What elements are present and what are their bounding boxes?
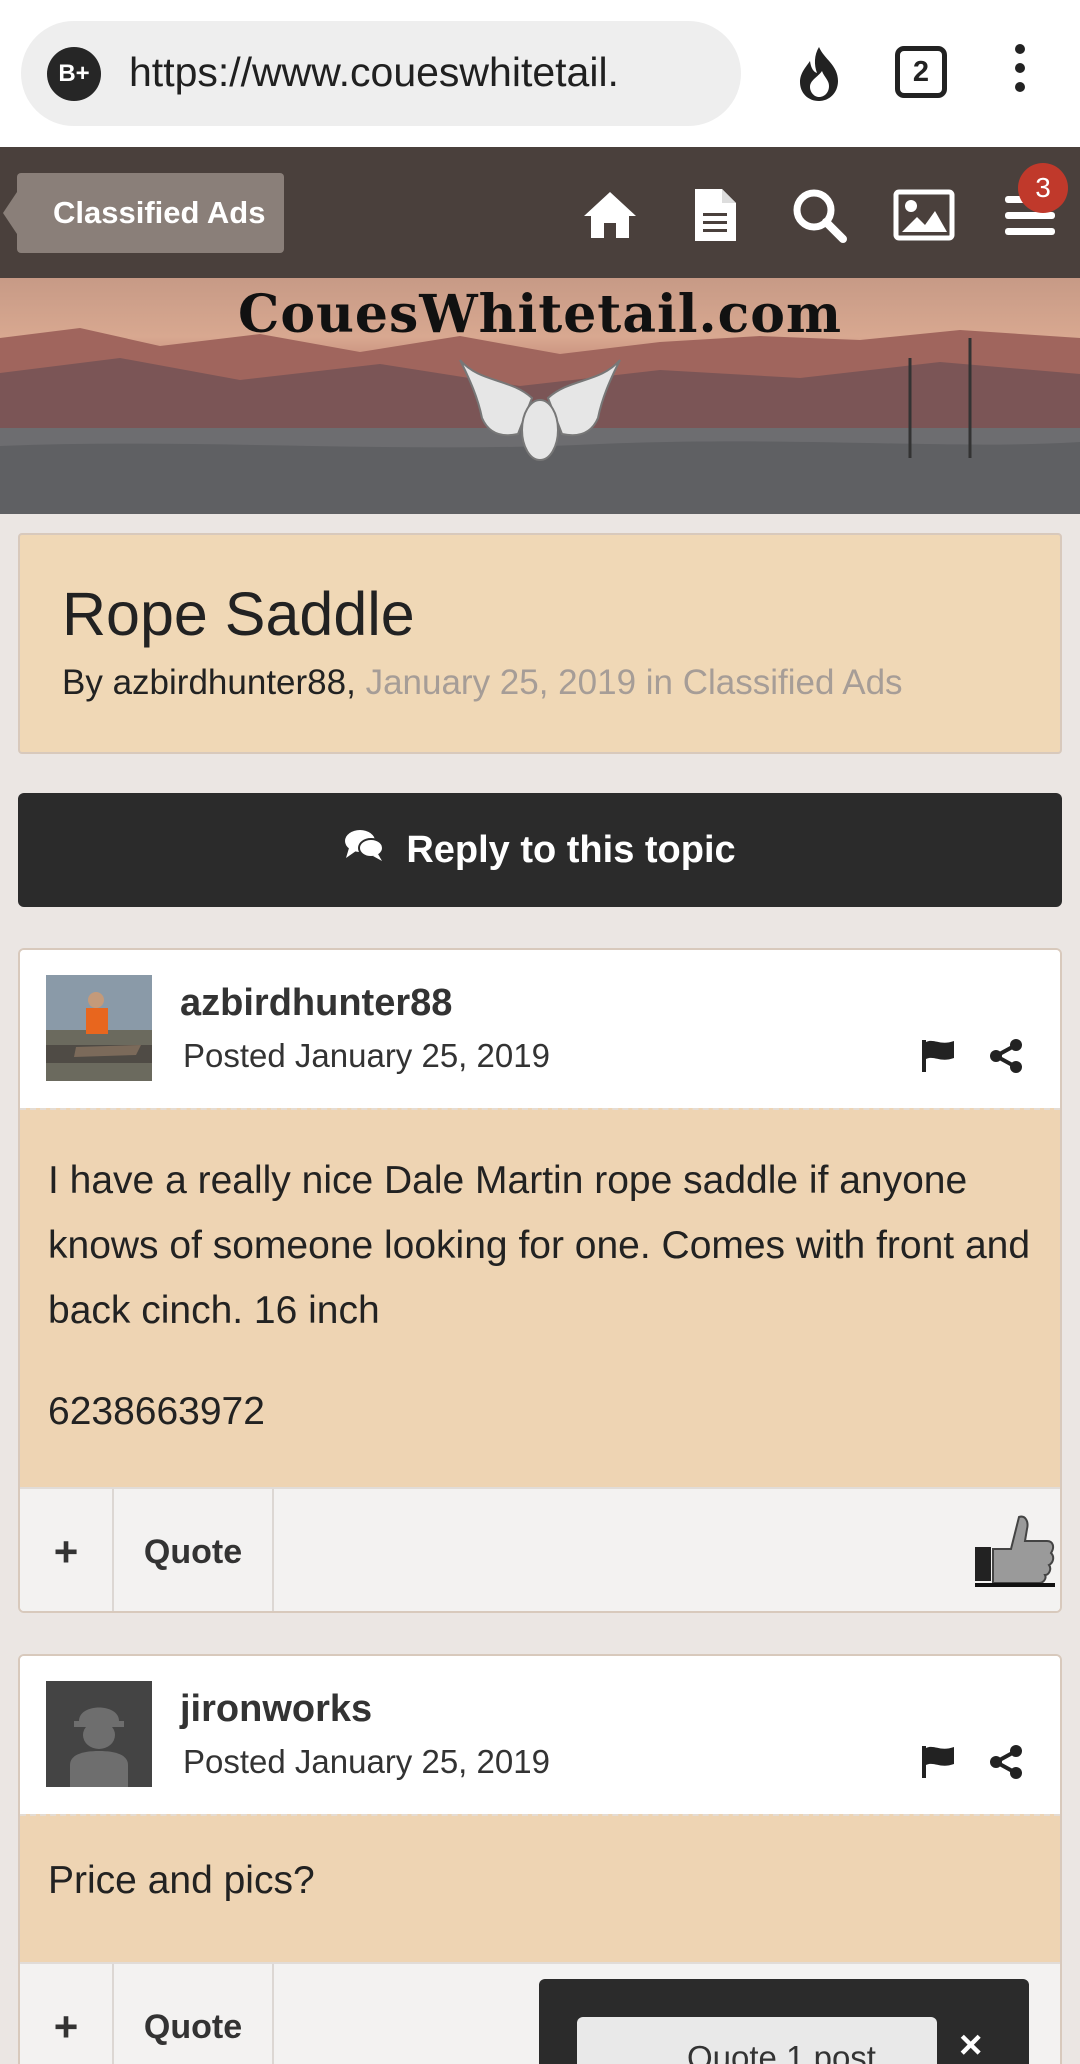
site-header: Classified Ads	[0, 147, 1080, 278]
multiquote-popup: Quote 1 post ×	[539, 1979, 1029, 2064]
post-header: azbirdhunter88 Posted January 25, 2019	[20, 950, 1060, 1108]
share-icon[interactable]	[988, 1038, 1028, 1078]
post-paragraph: Price and pics?	[48, 1859, 315, 1902]
post-author[interactable]: azbirdhunter88	[180, 982, 452, 1025]
reply-label: Reply to this topic	[406, 828, 736, 871]
topic-author-link[interactable]: azbirdhunter88,	[113, 663, 356, 702]
post-actions: + Quote	[20, 1487, 1060, 1611]
post-paragraph: I have a really nice Dale Martin rope sa…	[48, 1159, 1031, 1332]
address-bar[interactable]: B+ https://www.coueswhitetail.	[21, 21, 741, 126]
home-icon[interactable]	[578, 187, 642, 243]
reply-to-topic-button[interactable]: Reply to this topic	[18, 793, 1062, 907]
quote-button[interactable]: Quote	[114, 1489, 274, 1611]
multiquote-button[interactable]: +	[20, 1964, 114, 2064]
topic-date-category[interactable]: January 25, 2019 in Classified Ads	[366, 663, 903, 702]
tab-switcher-button[interactable]: 2	[895, 46, 947, 98]
post-paragraph: 6238663972	[48, 1390, 265, 1433]
quote-button[interactable]: Quote	[114, 1964, 274, 2064]
post-content: Price and pics?	[20, 1814, 1060, 1964]
site-logo-text: CouesWhitetail.com	[238, 284, 842, 345]
like-thumb-icon[interactable]	[975, 1511, 1055, 1587]
comments-icon	[344, 828, 385, 872]
document-icon[interactable]	[683, 187, 747, 243]
topic-header: Rope Saddle By azbirdhunter88, January 2…	[18, 533, 1062, 754]
avatar[interactable]	[46, 975, 152, 1081]
post-date[interactable]: Posted January 25, 2019	[183, 1037, 550, 1075]
site-banner[interactable]: CouesWhitetail.com	[0, 278, 1080, 514]
search-icon[interactable]	[787, 187, 851, 243]
post-date[interactable]: Posted January 25, 2019	[183, 1743, 550, 1781]
avatar[interactable]	[46, 1681, 152, 1787]
browser-menu-icon[interactable]	[1000, 44, 1040, 100]
breadcrumb-label: Classified Ads	[53, 195, 266, 230]
back-arrow-icon	[3, 189, 19, 237]
browser-toolbar: B+ https://www.coueswhitetail. 2	[0, 0, 1080, 147]
url-text[interactable]: https://www.coueswhitetail.	[129, 49, 729, 96]
post-content: I have a really nice Dale Martin rope sa…	[20, 1108, 1060, 1487]
post-header: jironworks Posted January 25, 2019	[20, 1656, 1060, 1814]
by-prefix: By	[62, 663, 103, 702]
close-icon[interactable]: ×	[959, 2023, 982, 2064]
breadcrumb-classified-ads[interactable]: Classified Ads	[3, 173, 284, 253]
notification-badge[interactable]: 3	[1018, 163, 1068, 213]
multiquote-button[interactable]: +	[20, 1489, 114, 1611]
page-title: Rope Saddle	[62, 580, 415, 648]
flag-icon[interactable]	[920, 1744, 960, 1784]
topic-meta: By azbirdhunter88, January 25, 2019 in C…	[62, 663, 903, 703]
quote-selected-posts-button[interactable]: Quote 1 post	[577, 2017, 937, 2064]
site-info-badge[interactable]: B+	[47, 47, 101, 101]
post-card: azbirdhunter88 Posted January 25, 2019 I…	[18, 948, 1062, 1613]
flame-icon[interactable]	[785, 38, 853, 110]
post-author[interactable]: jironworks	[180, 1688, 372, 1731]
flag-icon[interactable]	[920, 1038, 960, 1078]
image-icon[interactable]	[892, 187, 956, 243]
share-icon[interactable]	[988, 1744, 1028, 1784]
